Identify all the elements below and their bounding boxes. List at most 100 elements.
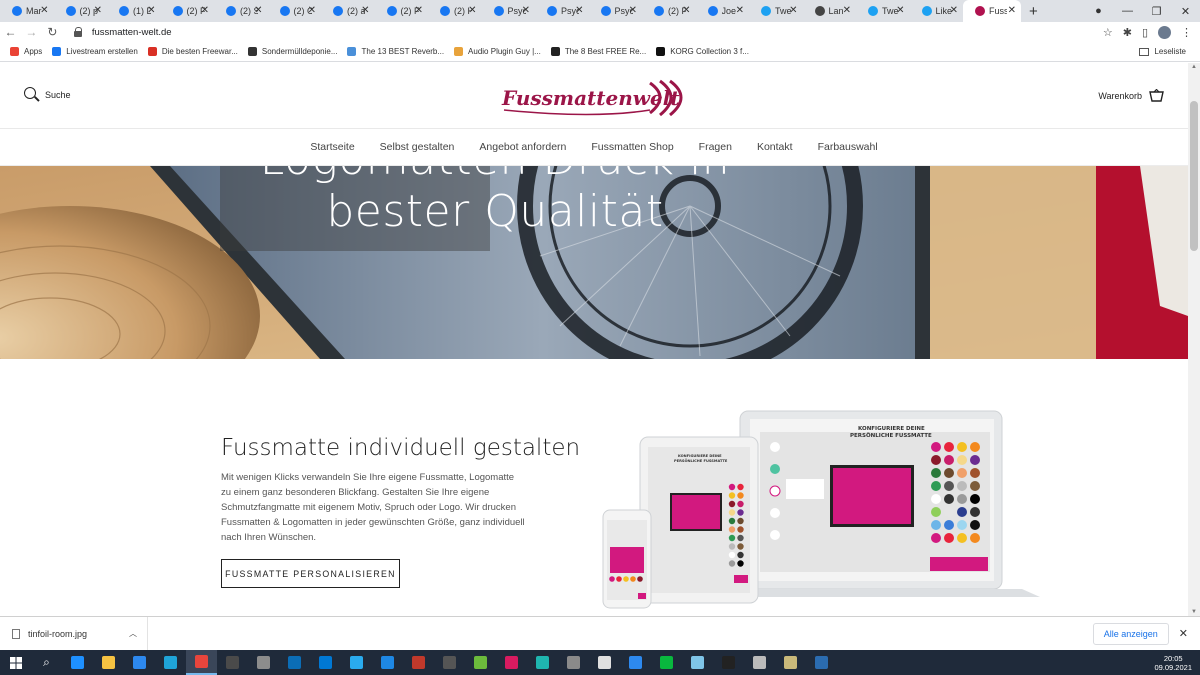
close-tab-icon[interactable]: ✕ [950,5,958,16]
nav-item[interactable]: Farbauswahl [818,141,878,153]
new-tab-button[interactable]: + [1029,3,1038,20]
personalize-button[interactable]: FUSSMATTE PERSONALISIEREN [221,559,400,588]
bookmark-item[interactable]: Livestream erstellen [52,47,138,56]
close-tab-icon[interactable]: ✕ [468,5,476,16]
taskbar-app-icon[interactable] [682,650,713,675]
bookmark-star-icon[interactable]: ☆ [1103,26,1113,39]
close-window-button[interactable]: ✕ [1171,5,1200,18]
taskbar-app-icon[interactable] [62,650,93,675]
taskbar-app-icon[interactable] [248,650,279,675]
taskbar-app-icon[interactable] [310,650,341,675]
maximize-button[interactable]: ❐ [1142,5,1171,18]
close-tab-icon[interactable]: ✕ [522,5,530,16]
close-tab-icon[interactable]: ✕ [1008,5,1016,16]
taskbar-app-icon[interactable] [186,650,217,675]
browser-tab[interactable]: (2) C ✕ [268,0,322,22]
chevron-up-icon[interactable]: ︿ [129,628,137,639]
browser-tab[interactable]: Twe ✕ [856,0,910,22]
nav-item[interactable]: Startseite [310,141,354,153]
back-button[interactable]: ← [0,25,21,39]
close-tab-icon[interactable]: ✕ [629,5,637,16]
taskbar-app-icon[interactable] [217,650,248,675]
browser-tab[interactable]: Mar ✕ [0,0,54,22]
close-download-bar-button[interactable]: ✕ [1179,627,1188,640]
bookmark-item[interactable]: Die besten Freewar... [147,47,238,56]
close-tab-icon[interactable]: ✕ [201,5,209,16]
browser-tab[interactable]: (2) a ✕ [321,0,375,22]
browser-tab[interactable]: Fuss ✕ [963,0,1021,22]
scroll-down-arrow[interactable]: ▼ [1191,609,1197,615]
close-tab-icon[interactable]: ✕ [94,5,102,16]
close-tab-icon[interactable]: ✕ [147,5,155,16]
taskbar-app-icon[interactable] [775,650,806,675]
browser-tab[interactable]: Lan ✕ [803,0,857,22]
taskbar-app-icon[interactable] [806,650,837,675]
scroll-up-arrow[interactable]: ▲ [1191,64,1197,70]
browser-tab[interactable]: (2) p ✕ [54,0,108,22]
nav-item[interactable]: Kontakt [757,141,793,153]
taskbar-app-icon[interactable] [558,650,589,675]
close-tab-icon[interactable]: ✕ [415,5,423,16]
close-tab-icon[interactable]: ✕ [736,5,744,16]
site-logo[interactable]: Fussmattenwelt [500,77,690,119]
taskbar-app-icon[interactable] [651,650,682,675]
taskbar-app-icon[interactable] [744,650,775,675]
taskbar-search-button[interactable]: ⌕ [31,650,62,675]
show-all-downloads-button[interactable]: Alle anzeigen [1092,622,1169,645]
system-clock[interactable]: 20:05 09.09.2021 [1154,654,1192,672]
page-scrollbar[interactable]: ▲ ▼ [1188,63,1200,616]
taskbar-app-icon[interactable] [713,650,744,675]
extensions-icon[interactable]: ✱ [1123,26,1132,39]
browser-tab[interactable]: (2) H ✕ [428,0,482,22]
taskbar-app-icon[interactable] [155,650,186,675]
close-tab-icon[interactable]: ✕ [896,5,904,16]
bookmark-item[interactable]: Audio Plugin Guy |... [454,47,541,56]
bookmark-item[interactable]: Sondermülldeponie... [247,47,337,56]
taskbar-app-icon[interactable] [465,650,496,675]
download-item[interactable]: tinfoil-room.jpg ︿ [0,616,148,651]
tab-search-icon[interactable]: ● [1084,5,1113,17]
close-tab-icon[interactable]: ✕ [308,5,316,16]
taskbar-app-icon[interactable] [341,650,372,675]
start-button[interactable] [0,650,31,675]
browser-tab[interactable]: Joe ✕ [696,0,750,22]
bookmark-item[interactable]: The 8 Best FREE Re... [550,47,646,56]
close-tab-icon[interactable]: ✕ [40,5,48,16]
forward-button[interactable]: → [21,25,42,39]
search-button[interactable]: Suche [24,87,71,102]
cart-button[interactable]: Warenkorb [1098,89,1164,103]
nav-item[interactable]: Angebot anfordern [479,141,566,153]
browser-tab[interactable]: (2) S ✕ [214,0,268,22]
bookmark-item[interactable]: The 13 BEST Reverb... [347,47,444,56]
browser-tab[interactable]: Psyc ✕ [535,0,589,22]
scrollbar-thumb[interactable] [1190,101,1198,251]
taskbar-app-icon[interactable] [620,650,651,675]
address-bar[interactable]: fussmatten-welt.de [67,23,1103,41]
browser-tab[interactable]: Twe ✕ [749,0,803,22]
bookmark-item[interactable]: KORG Collection 3 f... [656,47,749,56]
close-tab-icon[interactable]: ✕ [254,5,262,16]
taskbar-app-icon[interactable] [496,650,527,675]
sidebar-icon[interactable]: ▯ [1142,26,1148,39]
reload-button[interactable]: ↻ [42,25,63,39]
nav-item[interactable]: Fragen [699,141,732,153]
menu-icon[interactable]: ⋮ [1181,26,1192,39]
browser-tab[interactable]: Psyc ✕ [482,0,536,22]
browser-tab[interactable]: (2) F ✕ [642,0,696,22]
taskbar-app-icon[interactable] [403,650,434,675]
taskbar-app-icon[interactable] [93,650,124,675]
taskbar-app-icon[interactable] [124,650,155,675]
nav-item[interactable]: Selbst gestalten [380,141,455,153]
minimize-button[interactable]: — [1113,5,1142,17]
profile-avatar[interactable] [1158,25,1172,39]
close-tab-icon[interactable]: ✕ [789,5,797,16]
browser-tab[interactable]: Like ✕ [910,0,964,22]
browser-tab[interactable]: (2) F ✕ [375,0,429,22]
taskbar-app-icon[interactable] [372,650,403,675]
browser-tab[interactable]: Psyc ✕ [589,0,643,22]
taskbar-app-icon[interactable] [279,650,310,675]
nav-item[interactable]: Fussmatten Shop [591,141,673,153]
bookmark-item[interactable]: Apps [10,47,42,56]
close-tab-icon[interactable]: ✕ [361,5,369,16]
taskbar-app-icon[interactable] [434,650,465,675]
